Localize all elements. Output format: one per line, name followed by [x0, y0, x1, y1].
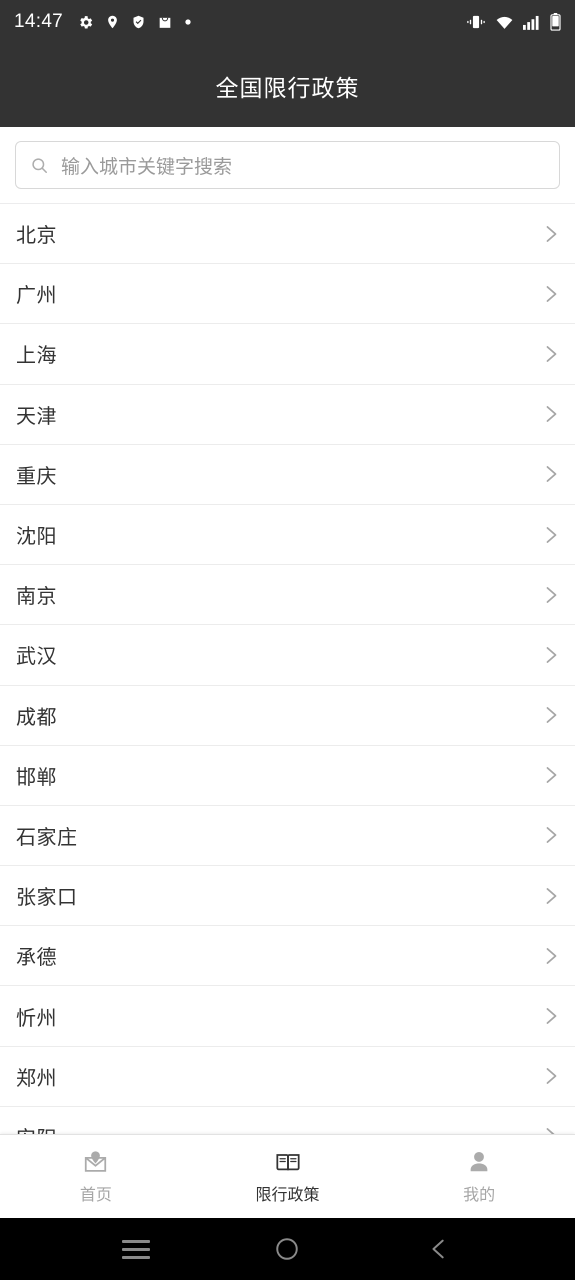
search-icon	[32, 157, 47, 173]
tab-policy[interactable]: 限行政策	[192, 1135, 384, 1218]
chevron-right-icon	[546, 285, 557, 302]
city-name: 广州	[16, 285, 57, 308]
bottom-tab-bar: 首页 限行政策 我的	[0, 1134, 575, 1218]
battery-icon	[550, 13, 561, 31]
status-bar: 14:47	[0, 0, 575, 44]
recents-menu-icon	[121, 1235, 150, 1264]
app-header: 全国限行政策	[0, 44, 575, 127]
chevron-right-icon	[546, 767, 557, 784]
list-item[interactable]: 上海	[0, 324, 575, 385]
city-name: 南京	[16, 586, 57, 609]
list-item[interactable]: 石家庄	[0, 805, 575, 867]
city-name: 张家口	[16, 887, 78, 910]
page-title: 全国限行政策	[215, 74, 360, 101]
chevron-right-icon	[546, 225, 557, 242]
list-item[interactable]: 沈阳	[0, 504, 575, 566]
list-item[interactable]: 天津	[0, 384, 575, 445]
city-name: 成都	[16, 706, 57, 729]
chevron-right-icon	[546, 887, 557, 904]
vibrate-icon	[467, 15, 485, 29]
list-item[interactable]: 承德	[0, 926, 575, 987]
chevron-right-icon	[546, 586, 557, 603]
city-name: 安阳	[16, 1122, 57, 1134]
chevron-right-icon	[546, 707, 557, 723]
status-time: 14:47	[14, 11, 64, 32]
chevron-right-icon	[546, 1068, 557, 1085]
city-list[interactable]: 北京广州上海天津重庆沈阳南京武汉成都邯郸石家庄张家口承德忻州郑州安阳	[0, 203, 575, 1134]
tab-profile[interactable]: 我的	[383, 1135, 575, 1218]
search-input[interactable]: 输入城市关键字搜索	[15, 141, 560, 189]
home-location-icon	[85, 1150, 107, 1172]
city-name: 重庆	[16, 465, 57, 488]
status-notification-icons	[77, 13, 192, 31]
city-name: 上海	[16, 345, 57, 368]
city-name: 天津	[16, 405, 57, 428]
book-icon	[275, 1153, 300, 1170]
city-name: 武汉	[16, 646, 57, 669]
back-button[interactable]	[409, 1229, 469, 1269]
chevron-right-icon	[546, 827, 557, 844]
home-circle-icon	[276, 1238, 299, 1260]
recents-button[interactable]	[106, 1229, 166, 1269]
wifi-icon	[496, 16, 513, 29]
list-item[interactable]: 邯郸	[0, 745, 575, 806]
shield-check-icon	[133, 15, 144, 29]
city-name: 沈阳	[16, 526, 57, 549]
chevron-right-icon	[546, 466, 557, 483]
list-item[interactable]: 重庆	[0, 444, 575, 505]
list-item[interactable]: 武汉	[0, 625, 575, 686]
tab-home[interactable]: 首页	[0, 1135, 192, 1218]
tab-policy-label: 限行政策	[255, 1186, 320, 1204]
chevron-right-icon	[546, 406, 557, 423]
tab-home-label: 首页	[79, 1186, 112, 1204]
android-navigation-bar	[0, 1218, 575, 1280]
list-item[interactable]: 南京	[0, 565, 575, 626]
list-item[interactable]: 北京	[0, 204, 575, 265]
chevron-right-icon	[546, 1008, 557, 1024]
list-item[interactable]: 广州	[0, 264, 575, 325]
shopping-bag-icon	[159, 17, 171, 28]
list-item[interactable]: 忻州	[0, 986, 575, 1047]
back-chevron-icon	[432, 1239, 444, 1259]
chevron-right-icon	[546, 526, 557, 543]
city-name: 邯郸	[16, 766, 57, 789]
app-screen: 14:47 全国限行政策 输入城市关键字搜索 北京 广州 上海 天津 重庆 沈阳…	[0, 0, 575, 1280]
list-item[interactable]: 张家口	[0, 866, 575, 927]
city-name: 石家庄	[16, 826, 78, 849]
chevron-right-icon	[546, 647, 557, 663]
city-name: 忻州	[16, 1007, 57, 1030]
gear-icon	[80, 15, 93, 29]
list-item[interactable]: 成都	[0, 685, 575, 746]
chevron-right-icon	[546, 947, 557, 964]
list-item[interactable]: 安阳	[0, 1106, 575, 1134]
chevron-right-icon	[546, 346, 557, 362]
city-name: 承德	[16, 947, 57, 970]
list-item[interactable]: 郑州	[0, 1046, 575, 1107]
dot-icon	[185, 19, 191, 25]
home-button[interactable]	[257, 1229, 317, 1269]
search-placeholder: 输入城市关键字搜索	[61, 156, 233, 178]
status-system-icons	[466, 13, 561, 31]
chevron-right-icon	[546, 1128, 555, 1134]
signal-icon	[523, 15, 539, 30]
city-name: 北京	[16, 225, 57, 248]
search-section: 输入城市关键字搜索	[0, 127, 575, 203]
person-icon	[470, 1151, 488, 1171]
tab-profile-label: 我的	[463, 1186, 496, 1204]
city-name: 郑州	[16, 1067, 57, 1090]
location-pin-icon	[108, 15, 117, 29]
